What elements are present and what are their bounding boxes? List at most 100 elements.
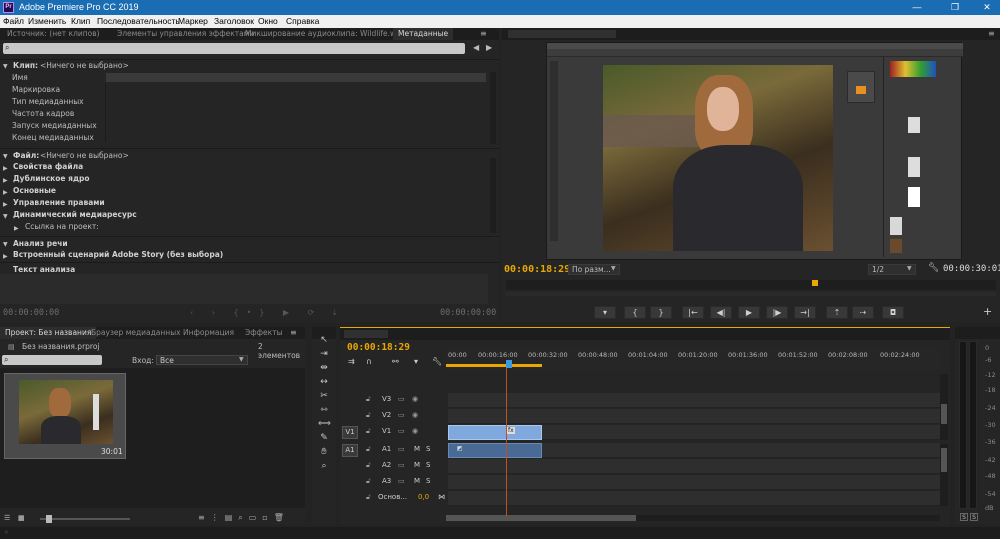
add-marker-button[interactable]: ▾ [594, 306, 616, 319]
tab-effects[interactable]: Эффекты [240, 327, 288, 339]
eye-icon[interactable]: ◉ [412, 411, 418, 419]
source-timecode-left[interactable]: 00:00:00:00 [3, 308, 59, 318]
razor-tool-icon[interactable]: ✂ [318, 390, 330, 402]
clip-scrollbar[interactable] [490, 72, 496, 144]
sync-lock-icon[interactable]: ▭ [398, 395, 405, 403]
collapse-triangle-icon[interactable]: ▼ [3, 241, 8, 248]
meter-solo-right-button[interactable]: S [970, 513, 978, 521]
meter-solo-left-button[interactable]: S [960, 513, 968, 521]
section-dublin-core[interactable]: Дублинское ядро [13, 174, 90, 183]
lock-icon[interactable]: 🔓︎ [366, 477, 371, 486]
selection-tool-icon[interactable]: ↖ [318, 334, 330, 346]
program-video-frame[interactable] [546, 42, 963, 260]
sync-lock-icon[interactable]: ▭ [398, 427, 405, 435]
collapse-triangle-icon[interactable]: ▼ [3, 63, 8, 70]
menu-sequence[interactable]: Последовательность [97, 16, 180, 26]
video-scrollbar[interactable] [940, 374, 948, 440]
nest-sequence-icon[interactable]: ⇉ [348, 357, 355, 366]
expand-triangle-icon[interactable]: ▶ [3, 201, 8, 208]
tab-info[interactable]: Информация [178, 327, 239, 339]
input-filter-dropdown[interactable]: Все ▼ [156, 355, 248, 365]
program-mini-ruler[interactable] [506, 280, 996, 290]
list-view-icon[interactable]: ☰ [4, 514, 10, 522]
previous-arrow-icon[interactable]: ◀ [473, 43, 479, 52]
sequence-tab[interactable] [344, 330, 388, 338]
text-analysis-area[interactable] [0, 274, 488, 304]
extract-button[interactable]: ⇢ [852, 306, 874, 319]
fit-dropdown[interactable]: По разм... ▼ [568, 264, 620, 275]
menu-file[interactable]: Файл [3, 16, 24, 26]
expand-triangle-icon[interactable]: ▶ [3, 165, 8, 172]
file-scrollbar[interactable] [490, 158, 496, 233]
linked-selection-icon[interactable]: ⚯ [392, 357, 399, 366]
timeline-h-scrollbar[interactable] [446, 515, 940, 521]
panel-menu-icon[interactable]: ≡ [290, 328, 297, 337]
program-zoom-bar[interactable] [506, 292, 996, 296]
audio-scrollbar[interactable] [940, 444, 948, 506]
lift-button[interactable]: ⇡ [826, 306, 848, 319]
add-button-icon[interactable]: + [983, 305, 992, 318]
program-playhead[interactable] [812, 280, 818, 286]
lock-icon[interactable]: 🔓︎ [366, 493, 371, 502]
play-button[interactable]: ▶ [738, 306, 760, 319]
timeline-settings-icon[interactable]: 🔧︎ [432, 357, 442, 366]
add-marker-icon[interactable]: ▾ [414, 357, 418, 366]
mute-button[interactable]: M [414, 445, 420, 453]
expand-triangle-icon[interactable]: ▶ [3, 177, 8, 184]
solo-button[interactable]: S [426, 477, 430, 485]
panel-menu-icon[interactable]: ≡ [988, 29, 995, 38]
mute-button[interactable]: M [414, 461, 420, 469]
minimize-button[interactable]: — [906, 1, 928, 14]
program-tab[interactable] [508, 30, 616, 38]
program-timecode[interactable]: 00:00:18:29 [504, 264, 570, 275]
mark-out-button[interactable]: } [650, 306, 672, 319]
timeline-ruler[interactable]: 00:00 00:00:16:00 00:00:32:00 00:00:48:0… [446, 348, 940, 370]
tab-effect-controls[interactable]: Элементы управления эффектами [112, 28, 259, 40]
snap-icon[interactable]: ∩ [366, 357, 372, 366]
solo-button[interactable]: S [426, 461, 430, 469]
project-bottom-tools[interactable]: ≡⋮▤⌕▭▫🗑︎ [198, 513, 290, 523]
hand-tool-icon[interactable]: ✋︎ [318, 446, 330, 458]
step-forward-button[interactable]: |▶ [766, 306, 788, 319]
timeline-timecode[interactable]: 00:00:18:29 [347, 342, 410, 353]
mute-button[interactable]: M [414, 477, 420, 485]
export-frame-button[interactable]: ◘ [882, 306, 904, 319]
work-area-bar[interactable] [446, 364, 542, 367]
audio-clip[interactable]: ◩ [448, 443, 542, 458]
resolution-dropdown[interactable]: 1/2 ▼ [868, 264, 916, 275]
mark-in-button[interactable]: { [624, 306, 646, 319]
collapse-triangle-icon[interactable]: ▼ [3, 213, 8, 220]
lock-icon[interactable]: 🔓︎ [366, 445, 371, 454]
collapse-triangle-icon[interactable]: ▼ [3, 153, 8, 160]
next-arrow-icon[interactable]: ▶ [486, 43, 492, 52]
section-dynamic-media[interactable]: Динамический медиаресурс [13, 210, 137, 219]
ripple-edit-tool-icon[interactable]: ⇹ [318, 362, 330, 374]
tab-project[interactable]: Проект: Без названия [0, 327, 97, 339]
expand-triangle-icon[interactable]: ▶ [3, 189, 8, 196]
video-clip[interactable]: fx [448, 425, 542, 440]
menu-help[interactable]: Справка [286, 16, 319, 26]
source-patch-v1[interactable]: V1 [342, 426, 358, 439]
restore-button[interactable]: ❐ [944, 1, 966, 14]
go-to-in-button[interactable]: |← [682, 306, 704, 319]
menu-marker[interactable]: Маркер [178, 16, 208, 26]
expand-triangle-icon[interactable]: ▶ [14, 225, 19, 232]
tab-source[interactable]: Источник: (нет клипов) [2, 28, 105, 40]
wrench-icon[interactable]: 🔧︎ [928, 263, 939, 273]
go-to-end-icon[interactable]: ⋈ [438, 493, 445, 501]
source-patch-a1[interactable]: A1 [342, 444, 358, 457]
metadata-search-input[interactable]: ⌕ [3, 43, 465, 54]
slide-tool-icon[interactable]: ⟺ [318, 418, 331, 430]
menu-clip[interactable]: Клип [71, 16, 90, 26]
pen-tool-icon[interactable]: ✎ [318, 432, 330, 444]
close-button[interactable]: ✕ [976, 1, 998, 14]
lock-icon[interactable]: 🔓︎ [366, 395, 371, 404]
lock-icon[interactable]: 🔓︎ [366, 427, 371, 436]
eye-icon[interactable]: ◉ [412, 427, 418, 435]
sync-lock-icon[interactable]: ▭ [398, 477, 405, 485]
project-search-input[interactable]: ⌕ [2, 355, 102, 365]
project-clip-thumbnail[interactable]: 30:01 [4, 373, 126, 459]
lock-icon[interactable]: 🔓︎ [366, 411, 371, 420]
tab-metadata[interactable]: Метаданные [393, 28, 454, 40]
icon-view-icon[interactable]: ▦ [18, 514, 25, 522]
